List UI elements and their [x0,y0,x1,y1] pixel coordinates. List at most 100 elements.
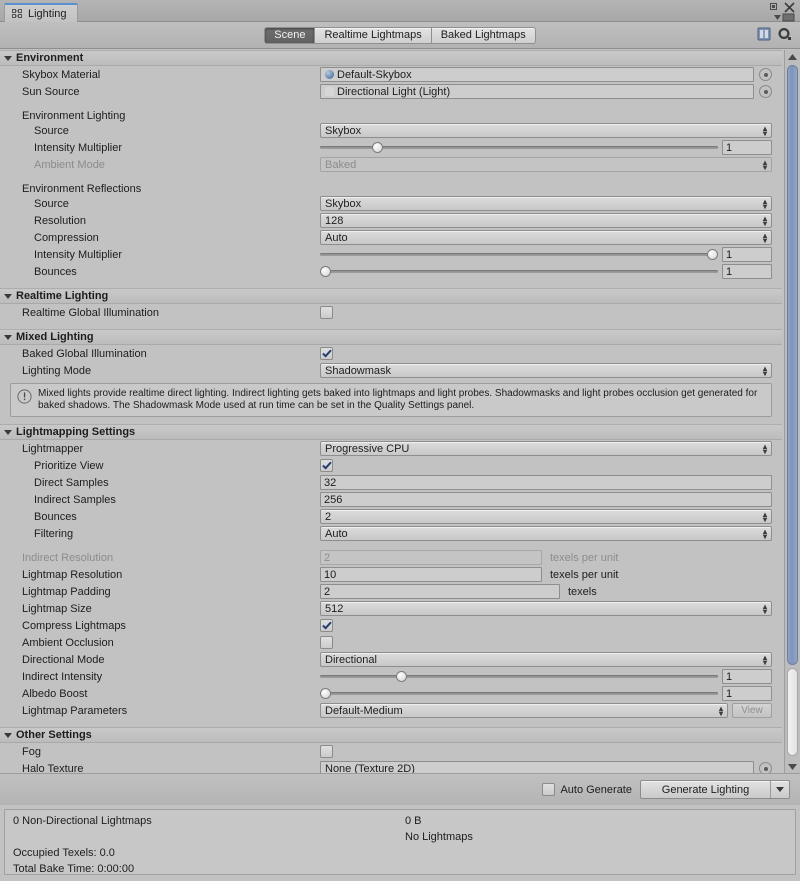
generate-toolbar: Auto Generate Generate Lighting [0,773,800,805]
slider-thumb[interactable] [395,671,407,682]
sun-source-value: Directional Light (Light) [337,85,451,98]
ambient-occlusion-checkbox[interactable] [320,636,333,649]
mixed-lighting-help-text: Mixed lights provide realtime direct lig… [38,388,758,411]
stepper-icon: ▴ ▾ [762,197,767,211]
fog-checkbox[interactable] [320,745,333,758]
info-icon [17,389,32,408]
scrollbar-thumb-secondary[interactable] [787,668,798,756]
auto-generate-control[interactable]: Auto Generate [542,783,632,796]
lightmap-resolution-label: Lightmap Resolution [22,568,123,581]
realtime-gi-checkbox[interactable] [320,306,333,319]
lightmap-padding-input[interactable]: 2 [320,584,560,599]
scrollbar-thumb[interactable] [787,65,798,665]
direct-samples-input[interactable]: 32 [320,475,772,490]
stepper-icon: ▴ ▾ [762,442,767,456]
env-lighting-intensity-slider[interactable] [320,141,718,155]
auto-generate-checkbox[interactable] [542,783,556,796]
indirect-samples-input[interactable]: 256 [320,492,772,507]
tab-scene[interactable]: Scene [264,26,316,44]
stepper-icon: ▴ ▾ [762,231,767,245]
compress-lightmaps-checkbox[interactable] [320,619,333,632]
row-halo-texture: Halo Texture None (Texture 2D) [0,760,782,773]
ambient-mode-label: Ambient Mode [34,158,105,171]
slider-thumb[interactable] [707,249,718,260]
refl-compression-value: Auto [325,231,348,244]
stepper-icon: ▴ ▾ [762,158,767,172]
refl-compression-dropdown[interactable]: Auto ▴ ▾ [320,230,772,245]
directional-mode-dropdown[interactable]: Directional ▴ ▾ [320,652,772,667]
refl-intensity-value[interactable]: 1 [722,247,772,262]
lighting-mode-dropdown[interactable]: Shadowmask ▴ ▾ [320,363,772,378]
row-lightmap-padding: Lightmap Padding 2 texels [0,583,782,600]
scroll-up-arrow[interactable] [785,50,800,63]
skybox-material-picker-button[interactable] [759,68,772,81]
lightmap-size-dropdown[interactable]: 512 ▴ ▾ [320,601,772,616]
env-lighting-intensity-value[interactable]: 1 [722,140,772,155]
lightmap-parameters-dropdown[interactable]: Default-Medium ▴ ▾ [320,703,728,718]
section-header-realtime-lighting[interactable]: Realtime Lighting [0,288,782,304]
vertical-scrollbar[interactable] [784,50,800,773]
refl-intensity-label: Intensity Multiplier [34,248,123,261]
tab-realtime-lightmaps[interactable]: Realtime Lightmaps [315,26,432,44]
slider-thumb[interactable] [320,266,331,277]
refl-source-dropdown[interactable]: Skybox ▴ ▾ [320,196,772,211]
indirect-resolution-input: 2 [320,550,542,565]
lightmap-padding-label: Lightmap Padding [22,585,111,598]
settings-scroll-body[interactable]: Environment Skybox Material Default-Skyb… [0,50,800,773]
lightmap-resolution-input[interactable]: 10 [320,567,542,582]
slider-thumb[interactable] [320,688,331,699]
filtering-dropdown[interactable]: Auto ▴ ▾ [320,526,772,541]
sun-source-field[interactable]: Directional Light (Light) [320,84,754,99]
tab-baked-lightmaps[interactable]: Baked Lightmaps [431,26,536,44]
refl-bounces-value[interactable]: 1 [722,264,772,279]
baked-gi-checkbox[interactable] [320,347,333,360]
status-occupied-texels: Occupied Texels: 0.0 [13,847,115,859]
refl-bounces-slider[interactable] [320,265,718,279]
generate-lighting-button[interactable]: Generate Lighting [640,780,790,799]
env-lighting-source-dropdown[interactable]: Skybox ▴ ▾ [320,123,772,138]
book-icon[interactable] [757,27,771,44]
albedo-boost-value[interactable]: 1 [722,686,772,701]
row-refl-intensity: Intensity Multiplier 1 [0,246,782,263]
lightmap-resolution-unit: texels per unit [550,568,619,581]
row-lightmap-size: Lightmap Size 512 ▴ ▾ [0,600,782,617]
slider-thumb[interactable] [371,142,383,153]
skybox-material-label: Skybox Material [22,68,101,81]
refl-intensity-slider[interactable] [320,248,718,262]
row-sun-source: Sun Source Directional Light (Light) [0,83,782,100]
close-icon[interactable] [784,2,795,13]
albedo-boost-slider[interactable] [320,687,718,701]
window-tab-lighting[interactable]: Lighting [4,3,78,22]
refl-resolution-dropdown[interactable]: 128 ▴ ▾ [320,213,772,228]
row-env-lighting-intensity: Intensity Multiplier 1 [0,139,782,156]
halo-texture-picker-button[interactable] [759,762,772,773]
sun-source-picker-button[interactable] [759,85,772,98]
scroll-down-arrow[interactable] [785,760,800,773]
gear-icon[interactable] [778,27,793,44]
halo-texture-value: None (Texture 2D) [325,762,415,774]
panel-menu-icon[interactable] [773,13,795,22]
lightmap-parameters-view-button[interactable]: View [732,703,772,718]
lighting-mode-label: Lighting Mode [22,364,92,377]
row-filtering: Filtering Auto ▴ ▾ [0,525,782,542]
halo-texture-field[interactable]: None (Texture 2D) [320,761,754,773]
section-header-lightmapping-settings[interactable]: Lightmapping Settings [0,424,782,440]
indirect-intensity-slider[interactable] [320,670,718,684]
row-lightmapper: Lightmapper Progressive CPU ▴ ▾ [0,440,782,457]
section-header-mixed-lighting[interactable]: Mixed Lighting [0,329,782,345]
toolbar-icons [757,27,793,44]
sun-source-label: Sun Source [22,85,80,98]
lightmapper-dropdown[interactable]: Progressive CPU ▴ ▾ [320,441,772,456]
section-header-other-settings[interactable]: Other Settings [0,727,782,743]
lightmap-parameters-label: Lightmap Parameters [22,704,128,717]
maximize-icon[interactable] [769,2,778,11]
bounces-dropdown[interactable]: 2 ▴ ▾ [320,509,772,524]
window-titlebar: Lighting [0,0,800,22]
skybox-material-field[interactable]: Default-Skybox [320,67,754,82]
indirect-intensity-value[interactable]: 1 [722,669,772,684]
chevron-down-icon[interactable] [771,787,789,792]
refl-source-value: Skybox [325,197,362,210]
section-header-environment[interactable]: Environment [0,50,782,66]
prioritize-view-checkbox[interactable] [320,459,333,472]
filtering-label: Filtering [34,527,74,540]
